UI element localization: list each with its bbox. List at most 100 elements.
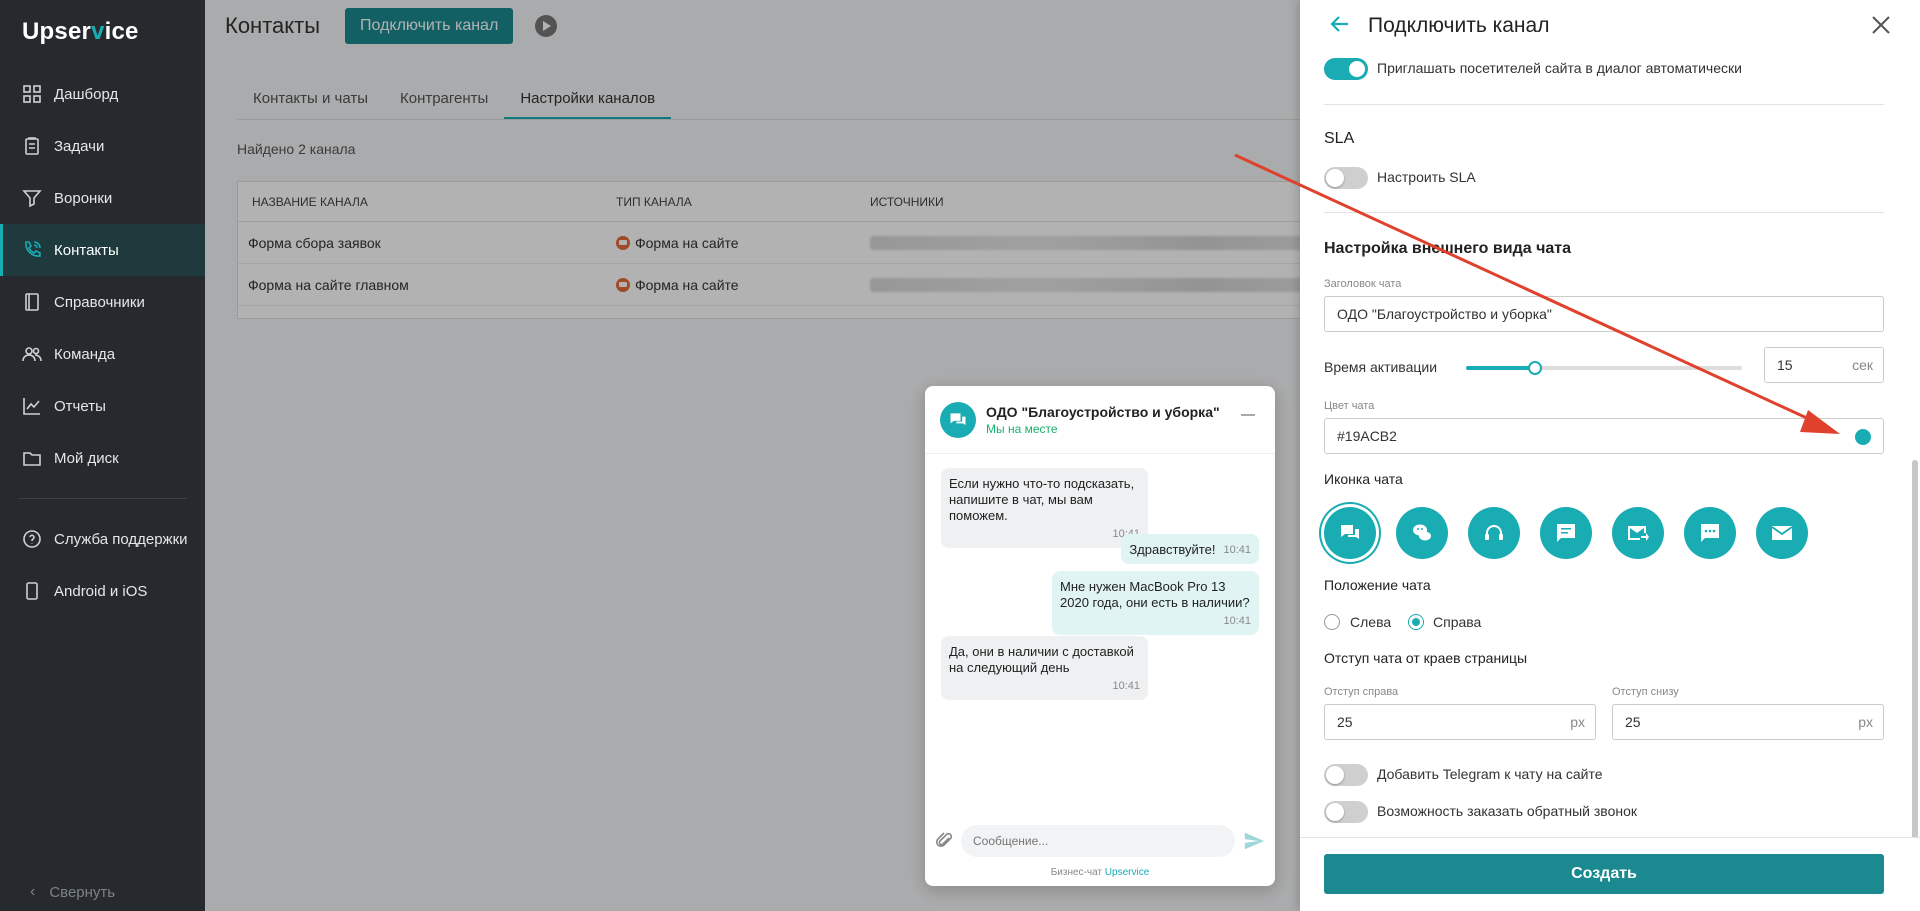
- chat-color-label: Цвет чата: [1324, 400, 1375, 412]
- smartphone-icon: [22, 581, 42, 601]
- book-icon: [22, 292, 42, 312]
- clipboard-icon: [22, 136, 42, 156]
- message-incoming: Если нужно что-то подсказать, напишите в…: [941, 468, 1148, 548]
- sidebar-item-contacts[interactable]: Контакты: [0, 224, 205, 276]
- drawer-title: Подключить канал: [1368, 14, 1550, 37]
- drawer-footer: Создать: [1300, 837, 1920, 911]
- telegram-toggle[interactable]: [1324, 764, 1368, 786]
- sidebar-item-funnels[interactable]: Воронки: [0, 172, 205, 224]
- powered-by-link[interactable]: Upservice: [1105, 867, 1149, 878]
- app-logo[interactable]: Upservice: [22, 18, 139, 46]
- sla-toggle[interactable]: [1324, 167, 1368, 189]
- px-unit: px: [1858, 714, 1873, 730]
- activation-slider[interactable]: [1466, 361, 1742, 375]
- position-left-label[interactable]: Слева: [1350, 614, 1391, 630]
- divider: [1324, 104, 1884, 105]
- powered-by: Бизнес-чат Upservice: [1050, 867, 1150, 878]
- wechat-icon[interactable]: [1396, 507, 1448, 559]
- chat-icon-picker: [1324, 507, 1828, 559]
- color-swatch[interactable]: [1855, 429, 1871, 445]
- folder-icon: [22, 448, 42, 468]
- sidebar-item-label: Служба поддержки: [54, 530, 188, 548]
- headset-icon[interactable]: [1468, 507, 1520, 559]
- team-icon: [22, 344, 42, 364]
- back-arrow-icon[interactable]: [1328, 12, 1352, 41]
- sidebar-item-label: Мой диск: [54, 449, 119, 467]
- help-icon: [22, 529, 42, 549]
- offset-bottom-input[interactable]: 25 px: [1612, 704, 1884, 740]
- sidebar-item-dashboard[interactable]: Дашборд: [0, 68, 205, 120]
- chat-title-input[interactable]: ОДО "Благоустройство и уборка": [1324, 296, 1884, 332]
- sla-toggle-label: Настроить SLA: [1377, 169, 1476, 185]
- chat-header: ОДО "Благоустройство и уборка" Мы на мес…: [925, 386, 1275, 454]
- offset-bottom-label: Отступ снизу: [1612, 686, 1679, 698]
- activation-time-label: Время активации: [1324, 359, 1438, 375]
- callback-toggle[interactable]: [1324, 801, 1368, 823]
- activation-time-value: 15: [1777, 357, 1793, 373]
- sidebar-item-label: Воронки: [54, 189, 113, 207]
- sidebar-item-label: Команда: [54, 345, 116, 363]
- chat-company-name: ОДО "Благоустройство и уборка": [986, 403, 1220, 420]
- activation-time-unit: сек: [1852, 357, 1873, 373]
- collapse-label: Свернуть: [49, 883, 116, 901]
- chat-color-value: #19ACB2: [1337, 428, 1397, 444]
- invite-visitors-toggle[interactable]: [1324, 58, 1368, 80]
- speech-dots-icon[interactable]: [1684, 507, 1736, 559]
- position-right-label[interactable]: Справа: [1433, 614, 1481, 630]
- message-outgoing: Здравствуйте! 10:41: [1121, 534, 1259, 564]
- sidebar-item-support[interactable]: Служба поддержки: [0, 513, 205, 565]
- message-square-icon[interactable]: [1540, 507, 1592, 559]
- sidebar-item-reports[interactable]: Отчеты: [0, 380, 205, 432]
- chat-bubbles-icon[interactable]: [1324, 507, 1376, 559]
- sidebar-nav: Дашборд Задачи Воронки Контакты Справочн…: [0, 68, 205, 617]
- slider-fill: [1466, 366, 1535, 370]
- close-icon[interactable]: [1870, 14, 1892, 36]
- invite-visitors-label: Приглашать посетителей сайта в диалог ав…: [1377, 60, 1742, 76]
- offset-right-input[interactable]: 25 px: [1324, 704, 1596, 740]
- position-left-radio[interactable]: [1324, 614, 1340, 630]
- activation-time-input[interactable]: 15 сек: [1764, 347, 1884, 383]
- position-heading: Положение чата: [1324, 577, 1431, 593]
- chevron-left-icon: ‹: [30, 883, 36, 900]
- phone-icon: [22, 240, 42, 260]
- envelope-icon[interactable]: [1756, 507, 1808, 559]
- chat-icon-heading: Иконка чата: [1324, 471, 1403, 487]
- chat-title-label: Заголовок чата: [1324, 278, 1402, 290]
- minimize-icon[interactable]: [1241, 414, 1255, 416]
- offset-right-value: 25: [1337, 714, 1353, 730]
- funnel-icon: [22, 188, 42, 208]
- telegram-toggle-label: Добавить Telegram к чату на сайте: [1377, 766, 1603, 782]
- sla-heading: SLA: [1324, 130, 1355, 147]
- sidebar-item-label: Android и iOS: [54, 582, 148, 600]
- message-input[interactable]: [961, 825, 1235, 857]
- sidebar: Upservice Дашборд Задачи Воронки Контакт…: [0, 0, 205, 911]
- sidebar-item-label: Справочники: [54, 293, 145, 311]
- scrollbar[interactable]: [1912, 460, 1918, 840]
- chat-status: Мы на месте: [986, 421, 1058, 436]
- chart-line-icon: [22, 396, 42, 416]
- sidebar-item-tasks[interactable]: Задачи: [0, 120, 205, 172]
- appearance-heading: Настройка внешнего вида чата: [1324, 240, 1571, 257]
- sidebar-item-mobile-apps[interactable]: Android и iOS: [0, 565, 205, 617]
- sidebar-item-label: Контакты: [54, 241, 119, 259]
- chat-widget-preview: ОДО "Благоустройство и уборка" Мы на мес…: [925, 386, 1275, 886]
- chat-composer: [935, 824, 1265, 858]
- callback-toggle-label: Возможность заказать обратный звонок: [1377, 803, 1637, 819]
- attach-icon[interactable]: [935, 831, 955, 851]
- sidebar-item-my-disk[interactable]: Мой диск: [0, 432, 205, 484]
- dashboard-icon: [22, 84, 42, 104]
- sidebar-divider: [18, 498, 187, 499]
- email-forward-icon[interactable]: [1612, 507, 1664, 559]
- sidebar-item-team[interactable]: Команда: [0, 328, 205, 380]
- sidebar-item-label: Задачи: [54, 137, 105, 155]
- position-right-radio[interactable]: [1408, 614, 1424, 630]
- create-button[interactable]: Создать: [1324, 854, 1884, 894]
- drawer-header: Подключить канал: [1300, 0, 1920, 52]
- chat-color-input[interactable]: #19ACB2: [1324, 418, 1884, 454]
- message-outgoing: Мне нужен MacBook Pro 13 2020 года, они …: [1052, 571, 1259, 635]
- collapse-sidebar-button[interactable]: ‹ Свернуть: [30, 883, 115, 901]
- sidebar-item-directories[interactable]: Справочники: [0, 276, 205, 328]
- slider-thumb[interactable]: [1528, 361, 1542, 375]
- px-unit: px: [1570, 714, 1585, 730]
- send-icon[interactable]: [1243, 830, 1265, 852]
